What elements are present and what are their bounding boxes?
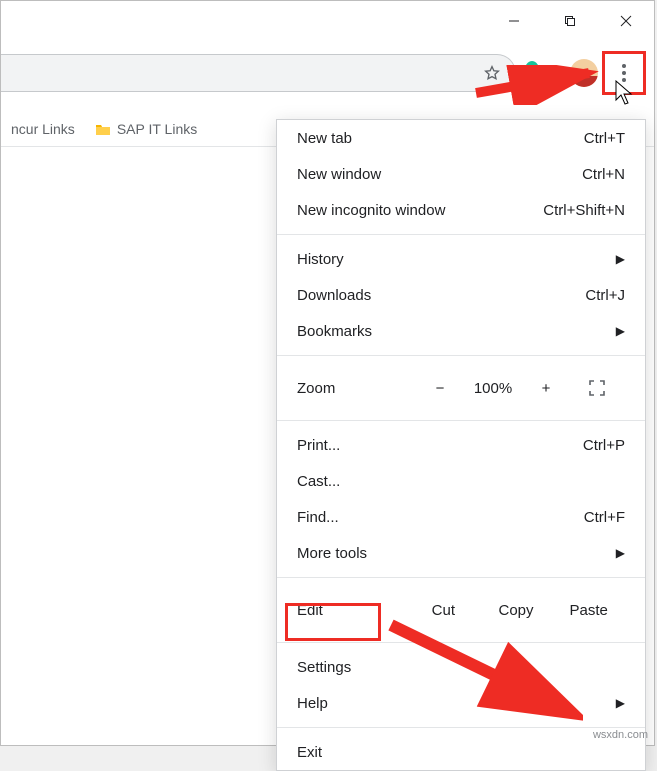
- zoom-out-button[interactable]: −: [417, 380, 463, 397]
- fullscreen-button[interactable]: [569, 379, 625, 397]
- bookmark-label: ncur Links: [11, 121, 75, 137]
- menu-new-window[interactable]: New window Ctrl+N: [277, 156, 645, 192]
- extension-icon-grammarly[interactable]: off: [524, 57, 556, 89]
- edit-cut[interactable]: Cut: [407, 602, 480, 619]
- menu-history[interactable]: History ▶: [277, 241, 645, 277]
- annotation-highlight-menu-button: [602, 51, 646, 95]
- chevron-right-icon: ▶: [616, 696, 625, 710]
- menu-zoom: Zoom − 100% +: [277, 362, 645, 414]
- menu-print[interactable]: Print... Ctrl+P: [277, 427, 645, 463]
- folder-icon: [95, 122, 111, 136]
- chrome-menu: New tab Ctrl+T New window Ctrl+N New inc…: [276, 119, 646, 771]
- menu-edit-row: Edit Cut Copy Paste: [277, 584, 645, 636]
- chevron-right-icon: ▶: [616, 546, 625, 560]
- edit-paste[interactable]: Paste: [552, 602, 625, 619]
- omnibox[interactable]: [1, 54, 516, 92]
- zoom-level: 100%: [463, 380, 523, 397]
- bookmark-folder-1[interactable]: ncur Links: [1, 121, 85, 137]
- chrome-menu-button[interactable]: [604, 53, 644, 93]
- extension-badge: off: [518, 77, 534, 89]
- minimize-button[interactable]: [486, 1, 542, 41]
- menu-exit[interactable]: Exit: [277, 734, 645, 770]
- menu-incognito[interactable]: New incognito window Ctrl+Shift+N: [277, 192, 645, 228]
- menu-more-tools[interactable]: More tools ▶: [277, 535, 645, 571]
- menu-help[interactable]: Help ▶: [277, 685, 645, 721]
- menu-cast[interactable]: Cast...: [277, 463, 645, 499]
- menu-settings[interactable]: Settings: [277, 649, 645, 685]
- chevron-right-icon: ▶: [616, 252, 625, 266]
- edit-copy[interactable]: Copy: [480, 602, 553, 619]
- watermark: wsxdn.com: [593, 729, 648, 741]
- maximize-button[interactable]: [542, 1, 598, 41]
- chevron-right-icon: ▶: [616, 324, 625, 338]
- bookmark-label: SAP IT Links: [117, 121, 197, 137]
- bookmark-star-icon[interactable]: [483, 64, 501, 82]
- zoom-in-button[interactable]: +: [523, 380, 569, 397]
- menu-bookmarks[interactable]: Bookmarks ▶: [277, 313, 645, 349]
- menu-new-tab[interactable]: New tab Ctrl+T: [277, 120, 645, 156]
- menu-downloads[interactable]: Downloads Ctrl+J: [277, 277, 645, 313]
- close-button[interactable]: [598, 1, 654, 41]
- profile-avatar[interactable]: [570, 59, 598, 87]
- bookmark-folder-2[interactable]: SAP IT Links: [85, 121, 207, 137]
- menu-find[interactable]: Find... Ctrl+F: [277, 499, 645, 535]
